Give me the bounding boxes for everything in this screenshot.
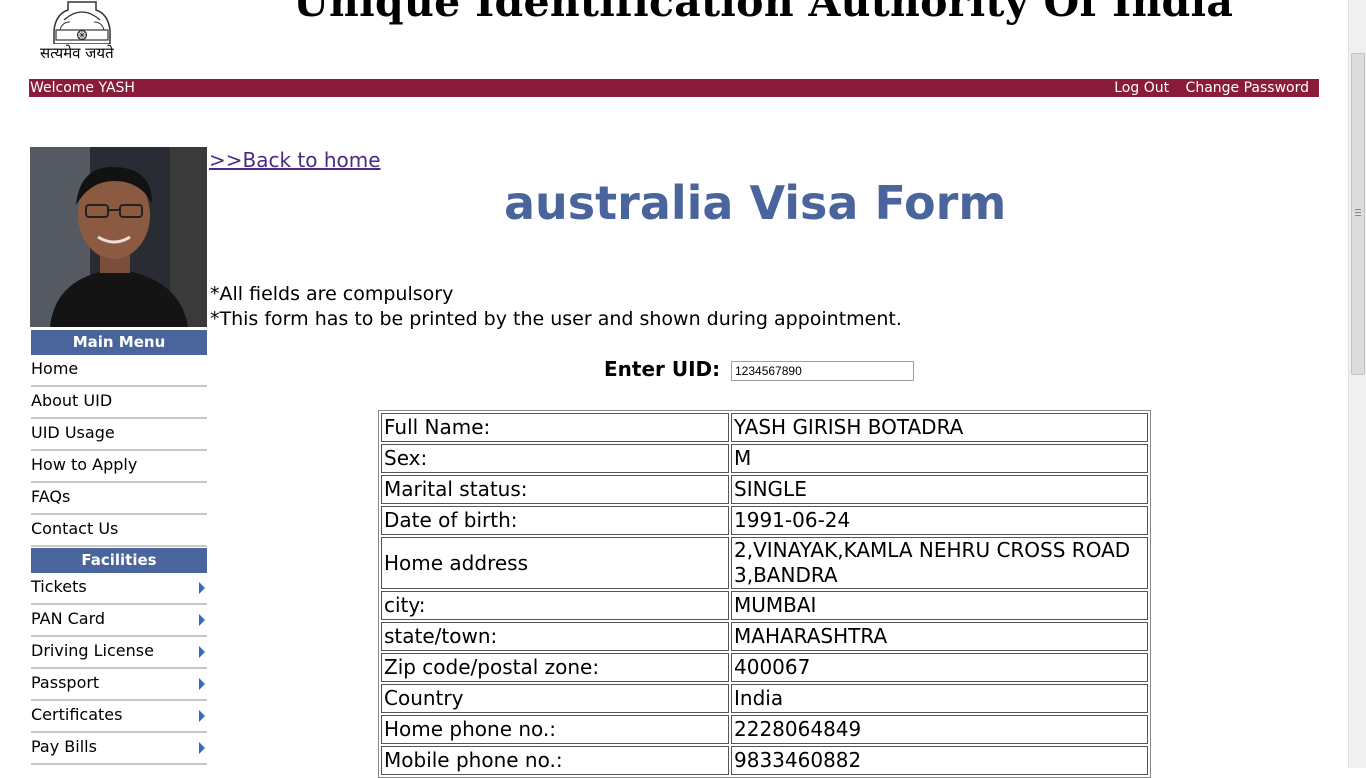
sidebar-item-uid-usage[interactable]: UID Usage <box>31 420 207 451</box>
form-note: *All fields are compulsory <box>210 283 454 305</box>
field-label: Sex: <box>381 444 729 473</box>
emblem-motto: सत्यमेव जयते <box>40 44 114 62</box>
sidebar-menu: Main Menu Home About UID UID Usage How t… <box>31 330 207 765</box>
table-row: Country India <box>381 684 1148 713</box>
scrollbar-thumb[interactable] <box>1351 53 1365 375</box>
welcome-text: Welcome YASH <box>30 80 135 96</box>
logout-link[interactable]: Log Out <box>1114 80 1169 96</box>
main-menu-header: Main Menu <box>31 330 207 355</box>
field-value: MAHARASHTRA <box>731 622 1148 651</box>
back-to-home-link[interactable]: >>Back to home <box>209 148 381 172</box>
site-title: Unique Identification Authority Of India <box>293 0 1234 26</box>
uid-input[interactable] <box>731 361 914 381</box>
sidebar-item-label: Pay Bills <box>31 737 97 756</box>
submenu-arrow-icon <box>199 678 205 690</box>
table-row: Zip code/postal zone: 400067 <box>381 653 1148 682</box>
facilities-header: Facilities <box>31 548 207 573</box>
vertical-scrollbar[interactable] <box>1348 0 1366 768</box>
sidebar-item-label: PAN Card <box>31 609 106 628</box>
table-row: Home address 2,VINAYAK,KAMLA NEHRU CROSS … <box>381 537 1148 589</box>
field-label: state/town: <box>381 622 729 651</box>
table-row: Marital status: SINGLE <box>381 475 1148 504</box>
field-value: SINGLE <box>731 475 1148 504</box>
field-label: Country <box>381 684 729 713</box>
table-row: Sex: M <box>381 444 1148 473</box>
account-links: Log Out Change Password <box>1102 79 1309 97</box>
sidebar-item-driving-license[interactable]: Driving License <box>31 638 207 669</box>
field-label: Zip code/postal zone: <box>381 653 729 682</box>
sidebar-item-label: Driving License <box>31 641 154 660</box>
sidebar-item-contact-us[interactable]: Contact Us <box>31 516 207 547</box>
sidebar-item-passport[interactable]: Passport <box>31 670 207 701</box>
form-note: *This form has to be printed by the user… <box>210 308 902 330</box>
sidebar-item-certificates[interactable]: Certificates <box>31 702 207 733</box>
address-line: 2,VINAYAK,KAMLA NEHRU CROSS ROAD <box>734 538 1131 562</box>
field-value: 1991-06-24 <box>731 506 1148 535</box>
sidebar-item-label: Passport <box>31 673 100 692</box>
sidebar-item-pan-card[interactable]: PAN Card <box>31 606 207 637</box>
sidebar-item-faqs[interactable]: FAQs <box>31 484 207 515</box>
sidebar-item-about-uid[interactable]: About UID <box>31 388 207 419</box>
field-label: Full Name: <box>381 413 729 442</box>
field-label: Mobile phone no.: <box>381 746 729 775</box>
field-label: Date of birth: <box>381 506 729 535</box>
page-title: australia Visa Form <box>504 176 1007 230</box>
field-value: 2,VINAYAK,KAMLA NEHRU CROSS ROAD 3,BANDRA <box>731 537 1148 589</box>
sidebar-item-label: Certificates <box>31 705 123 724</box>
table-row: Date of birth: 1991-06-24 <box>381 506 1148 535</box>
person-photo-icon <box>30 147 207 327</box>
submenu-arrow-icon <box>199 646 205 658</box>
field-value: 9833460882 <box>731 746 1148 775</box>
table-row: Full Name: YASH GIRISH BOTADRA <box>381 413 1148 442</box>
sidebar-item-label: Tickets <box>31 577 87 596</box>
field-value: 2228064849 <box>731 715 1148 744</box>
lion-capital-icon <box>53 1 111 44</box>
submenu-arrow-icon <box>199 742 205 754</box>
field-label: Home phone no.: <box>381 715 729 744</box>
sidebar-item-home[interactable]: Home <box>31 356 207 387</box>
user-profile-photo <box>30 147 207 327</box>
sidebar-item-how-to-apply[interactable]: How to Apply <box>31 452 207 483</box>
field-value: MUMBAI <box>731 591 1148 620</box>
table-row: Mobile phone no.: 9833460882 <box>381 746 1148 775</box>
field-value: India <box>731 684 1148 713</box>
uid-label: Enter UID: <box>604 357 721 381</box>
table-row: Home phone no.: 2228064849 <box>381 715 1148 744</box>
field-value: 400067 <box>731 653 1148 682</box>
table-row: city: MUMBAI <box>381 591 1148 620</box>
submenu-arrow-icon <box>199 614 205 626</box>
field-label: Home address <box>381 537 729 589</box>
change-password-link[interactable]: Change Password <box>1186 80 1309 96</box>
field-label: Marital status: <box>381 475 729 504</box>
submenu-arrow-icon <box>199 710 205 722</box>
sidebar-item-pay-bills[interactable]: Pay Bills <box>31 734 207 765</box>
table-row: state/town: MAHARASHTRA <box>381 622 1148 651</box>
applicant-details-table: Full Name: YASH GIRISH BOTADRA Sex: M Mari… <box>378 410 1151 778</box>
grip-icon <box>1355 209 1361 218</box>
field-value: M <box>731 444 1148 473</box>
address-line: 3,BANDRA <box>734 563 838 587</box>
field-value: YASH GIRISH BOTADRA <box>731 413 1148 442</box>
field-label: city: <box>381 591 729 620</box>
submenu-arrow-icon <box>199 582 205 594</box>
national-emblem: सत्यमेव जयते <box>30 0 135 66</box>
top-bar: Welcome YASH Log Out Change Password <box>29 79 1319 97</box>
sidebar-item-tickets[interactable]: Tickets <box>31 574 207 605</box>
